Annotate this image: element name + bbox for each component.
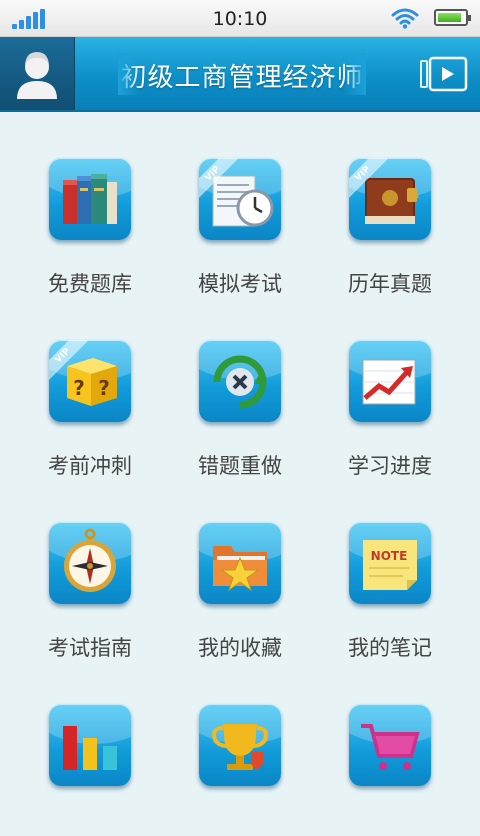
menu-item-shop[interactable] [315,656,465,836]
note-label: NOTE [371,549,408,563]
menu-item-free-question-bank[interactable]: 免费题库 [15,110,165,296]
menu-item-past-exams[interactable]: VIP 历年真题 [315,110,465,296]
svg-text:?: ? [98,376,110,400]
user-silhouette-icon [17,52,57,99]
wifi-icon [391,8,419,29]
battery-icon [434,9,471,26]
video-play-button[interactable] [420,56,468,92]
menu-item-final-sprint[interactable]: ? ? VIP 考前冲刺 [15,292,165,478]
redo-cross-icon [199,340,281,422]
compass-icon [49,522,131,604]
progress-chart-icon [349,340,431,422]
trophy-icon [199,704,281,786]
clock-document-icon: VIP [199,158,281,240]
status-bar: 10:10 [0,0,480,37]
menu-item-exam-guide[interactable]: 考试指南 [15,474,165,660]
menu-item-statistics[interactable] [15,656,165,836]
question-box-icon: ? ? VIP [49,340,131,422]
menu-item-mock-exam[interactable]: VIP 模拟考试 [165,110,315,296]
menu-item-study-progress[interactable]: 学习进度 [315,292,465,478]
note-icon: NOTE [349,522,431,604]
svg-text:?: ? [73,376,85,400]
star-folder-icon [199,522,281,604]
shopping-cart-icon [349,704,431,786]
user-avatar-button[interactable] [0,37,75,110]
bar-chart-icon [49,704,131,786]
page-title: 初级工商管理经济师 [120,63,364,93]
menu-item-my-favorites[interactable]: 我的收藏 [165,474,315,660]
menu-item-achievements[interactable] [165,656,315,836]
menu-item-redo-mistakes[interactable]: 错题重做 [165,292,315,478]
menu-item-my-notes[interactable]: NOTE 我的笔记 [315,474,465,660]
function-grid: 免费题库 VIP 模拟考试 VIP 历年真题 ? ? VIP 考前冲刺 错题重做… [0,110,480,800]
books-icon [49,158,131,240]
locked-book-icon: VIP [349,158,431,240]
app-header: 初级工商管理经济师 [0,37,480,112]
